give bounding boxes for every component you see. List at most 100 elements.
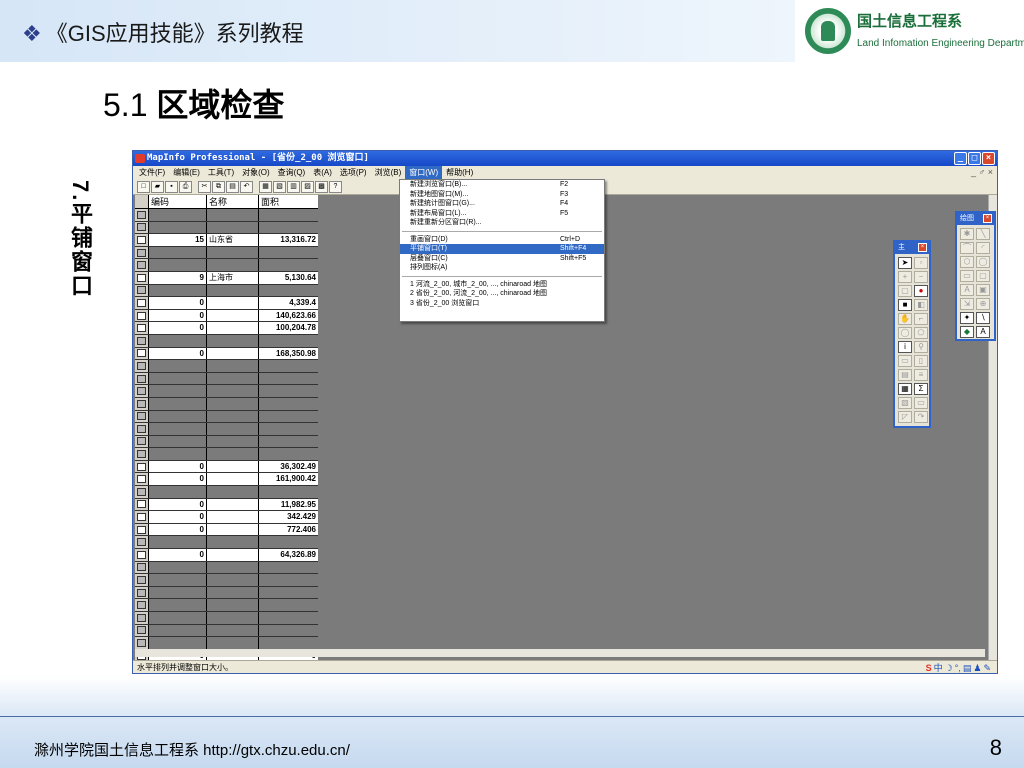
row-select-checkbox[interactable] bbox=[137, 223, 146, 232]
row-select-checkbox[interactable] bbox=[137, 311, 146, 320]
cell-area[interactable] bbox=[259, 574, 318, 586]
ime-user-icon[interactable]: ♟ bbox=[973, 662, 981, 673]
cell-area[interactable] bbox=[259, 410, 318, 423]
cell-code[interactable] bbox=[149, 259, 207, 271]
rectangle-icon[interactable]: ▭ bbox=[960, 270, 974, 282]
cell-area[interactable] bbox=[259, 435, 318, 448]
cell-area[interactable] bbox=[259, 209, 318, 221]
menu-item[interactable]: 表(A) bbox=[309, 166, 336, 179]
row-select-checkbox[interactable] bbox=[137, 349, 146, 358]
row-select-checkbox[interactable] bbox=[137, 487, 146, 496]
redo-icon[interactable]: ↷ bbox=[914, 411, 928, 423]
row-select-checkbox[interactable] bbox=[137, 248, 146, 257]
cell-code[interactable] bbox=[149, 435, 207, 448]
statistics-icon[interactable]: ▦ bbox=[898, 383, 912, 395]
window-menu-item[interactable]: 1 河流_2_00, 城市_2_00, ..., chinaroad 地图 bbox=[400, 280, 604, 290]
info-icon[interactable]: i bbox=[898, 341, 912, 353]
table-row[interactable] bbox=[135, 536, 318, 550]
cell-code[interactable] bbox=[149, 385, 207, 397]
cell-name[interactable] bbox=[207, 612, 259, 624]
cell-area[interactable] bbox=[259, 423, 318, 435]
frame-icon[interactable]: ▣ bbox=[976, 284, 990, 296]
new-layout-icon[interactable]: ▨ bbox=[301, 180, 314, 193]
cell-area[interactable] bbox=[259, 397, 318, 410]
table-row[interactable] bbox=[135, 624, 318, 638]
window-menu-item[interactable]: 重画窗口(D) Ctrl+D bbox=[400, 235, 604, 245]
menu-item[interactable]: 对象(O) bbox=[238, 166, 274, 179]
cell-code[interactable] bbox=[149, 246, 207, 259]
window-menu-item[interactable]: 新建布局窗口(L)... F5 bbox=[400, 209, 604, 219]
cell-name[interactable] bbox=[207, 410, 259, 423]
table-row[interactable]: 0 161,900.42 bbox=[135, 473, 318, 487]
cell-code[interactable] bbox=[149, 536, 207, 549]
row-select-checkbox[interactable] bbox=[137, 286, 146, 295]
cell-name[interactable] bbox=[207, 284, 259, 297]
change-view-icon[interactable]: ▢ bbox=[898, 285, 912, 297]
cell-code[interactable] bbox=[149, 209, 207, 221]
graph-select-icon[interactable]: ▤ bbox=[898, 369, 912, 381]
symbol-icon[interactable]: ✱ bbox=[960, 228, 974, 240]
row-select-checkbox[interactable] bbox=[137, 626, 146, 635]
row-select-checkbox[interactable] bbox=[137, 450, 146, 459]
minimize-icon[interactable]: _ bbox=[954, 152, 967, 165]
cell-code[interactable] bbox=[149, 599, 207, 611]
cell-area[interactable] bbox=[259, 486, 318, 498]
ruler-icon[interactable]: ⌐ bbox=[914, 313, 928, 325]
window-menu-item[interactable]: 3 省份_2_00 浏览窗口 bbox=[400, 299, 604, 309]
cell-code[interactable] bbox=[149, 448, 207, 460]
cell-name[interactable] bbox=[207, 347, 259, 360]
table-row[interactable]: 15 山东省 13,316.72 bbox=[135, 234, 318, 247]
cell-area[interactable] bbox=[259, 561, 318, 574]
row-select-checkbox[interactable] bbox=[137, 387, 146, 396]
window-menu-item[interactable]: 新建地图窗口(M)... F3 bbox=[400, 190, 604, 200]
cell-code[interactable] bbox=[149, 372, 207, 385]
row-select-checkbox[interactable] bbox=[137, 412, 146, 421]
cell-name[interactable]: 山东省 bbox=[207, 234, 259, 246]
cell-area[interactable] bbox=[259, 586, 318, 599]
cell-area[interactable]: 4,339.4 bbox=[259, 297, 318, 309]
menu-item[interactable]: 文件(F) bbox=[135, 166, 169, 179]
cell-area[interactable] bbox=[259, 221, 318, 234]
table-row[interactable]: 0 100,204.78 bbox=[135, 322, 318, 335]
cell-name[interactable] bbox=[207, 448, 259, 460]
cell-code[interactable] bbox=[149, 486, 207, 498]
cell-name[interactable] bbox=[207, 536, 259, 549]
cell-area[interactable] bbox=[259, 385, 318, 397]
row-select-checkbox[interactable] bbox=[137, 525, 146, 534]
cell-name[interactable] bbox=[207, 246, 259, 259]
row-select-checkbox[interactable] bbox=[137, 298, 146, 307]
cell-code[interactable] bbox=[149, 637, 207, 649]
table-row[interactable]: 0 168,350.98 bbox=[135, 347, 318, 361]
table-row[interactable] bbox=[135, 397, 318, 411]
row-select-checkbox[interactable] bbox=[137, 374, 146, 383]
symbol-style-icon[interactable]: ✦ bbox=[960, 312, 974, 324]
new-map-icon[interactable]: ▧ bbox=[273, 180, 286, 193]
cell-area[interactable]: 11,982.95 bbox=[259, 498, 318, 511]
polygon-icon[interactable]: ⬡ bbox=[960, 256, 974, 268]
cell-name[interactable] bbox=[207, 360, 259, 372]
menu-item[interactable]: 选项(P) bbox=[336, 166, 371, 179]
ime-tool-icon[interactable]: ✎ bbox=[983, 662, 991, 673]
row-select-checkbox[interactable] bbox=[137, 601, 146, 610]
print-icon[interactable]: ⎙ bbox=[179, 180, 192, 193]
paste-icon[interactable]: ▤ bbox=[226, 180, 239, 193]
cell-name[interactable] bbox=[207, 586, 259, 599]
column-header-name[interactable]: 名称 bbox=[207, 195, 259, 208]
table-row[interactable]: 0 342.429 bbox=[135, 511, 318, 524]
cell-area[interactable] bbox=[259, 612, 318, 624]
cell-area[interactable]: 140,623.66 bbox=[259, 309, 318, 322]
cell-name[interactable] bbox=[207, 322, 259, 334]
cell-area[interactable]: 168,350.98 bbox=[259, 347, 318, 360]
unselect-icon[interactable]: ▯ bbox=[914, 355, 928, 367]
text-style-icon[interactable]: A bbox=[976, 326, 990, 338]
cell-code[interactable] bbox=[149, 360, 207, 372]
cell-area[interactable] bbox=[259, 637, 318, 649]
table-row[interactable]: 0 64,326.89 bbox=[135, 549, 318, 562]
close-icon[interactable]: × bbox=[918, 243, 927, 252]
row-select-checkbox[interactable] bbox=[137, 638, 146, 647]
cell-name[interactable] bbox=[207, 473, 259, 486]
table-row[interactable] bbox=[135, 448, 318, 461]
menu-item[interactable]: 窗口(W) bbox=[405, 166, 443, 179]
zoom-in-icon[interactable]: + bbox=[898, 271, 912, 283]
row-select-checkbox[interactable] bbox=[137, 500, 146, 509]
